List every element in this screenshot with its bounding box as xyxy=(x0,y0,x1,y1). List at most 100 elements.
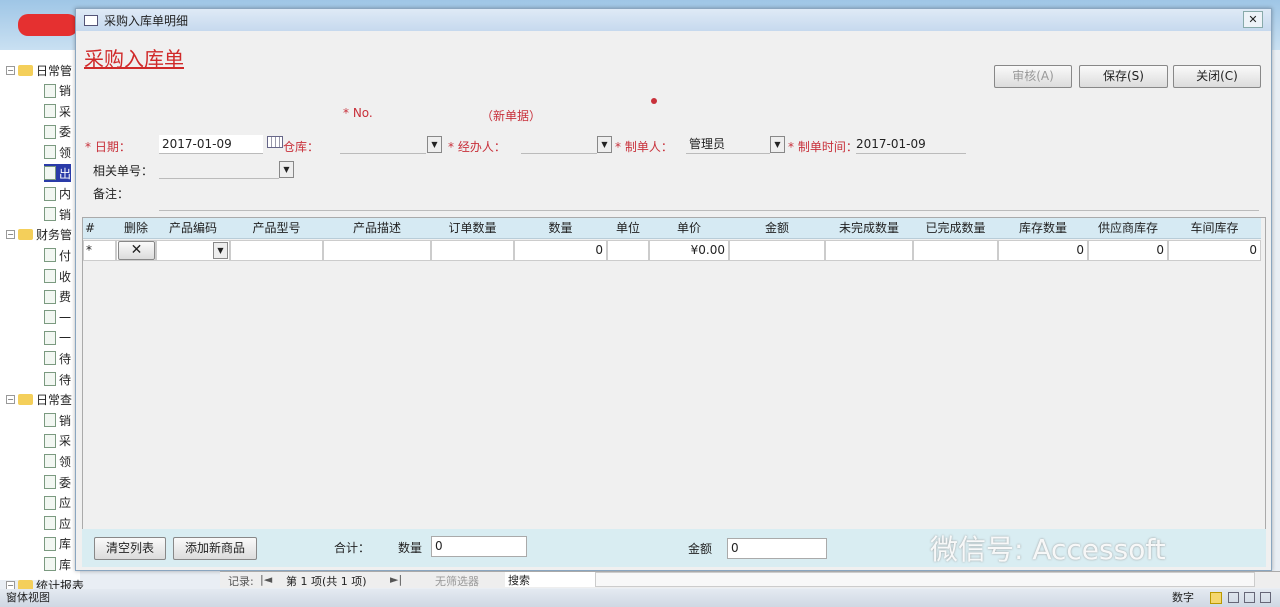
grid-cell[interactable]: 0 xyxy=(514,240,607,261)
form-view-icon[interactable] xyxy=(1210,592,1222,604)
tree-item[interactable]: 内 xyxy=(44,185,71,203)
remark-field[interactable] xyxy=(159,192,1259,211)
grid-cell[interactable] xyxy=(729,240,825,261)
chevron-down-icon[interactable]: ▼ xyxy=(213,242,228,259)
tree-item[interactable]: 采 xyxy=(44,432,71,450)
column-header[interactable]: 未完成数量 xyxy=(825,218,913,239)
column-header[interactable]: 订单数量 xyxy=(431,218,514,239)
tree-item[interactable]: 出 xyxy=(44,164,72,182)
save-button[interactable]: 保存(S) xyxy=(1079,65,1168,88)
tree-item[interactable]: 销 xyxy=(44,82,71,100)
tree-item[interactable]: 领 xyxy=(44,143,71,161)
tree-group[interactable]: − 日常查 xyxy=(6,391,72,409)
tree-item[interactable]: 收 xyxy=(44,267,71,285)
grid-cell[interactable]: 0 xyxy=(998,240,1088,261)
tree-item[interactable]: 领 xyxy=(44,452,71,470)
column-header[interactable]: 产品描述 xyxy=(323,218,431,239)
collapse-icon[interactable]: − xyxy=(6,230,15,240)
column-header[interactable]: 金额 xyxy=(729,218,825,239)
first-record-button[interactable]: |◄ xyxy=(260,573,272,586)
document-icon xyxy=(44,516,56,531)
grid-cell[interactable]: ✕ xyxy=(116,240,156,261)
add-product-button[interactable]: 添加新商品 xyxy=(173,537,257,560)
related-select[interactable] xyxy=(159,160,279,179)
tree-item-label: 领 xyxy=(59,145,72,160)
chevron-down-icon[interactable]: ▼ xyxy=(427,136,442,153)
column-header[interactable]: 产品编码 xyxy=(156,218,230,239)
column-header[interactable]: 库存数量 xyxy=(998,218,1088,239)
tree-item[interactable]: 库 xyxy=(44,535,71,553)
tree-item[interactable]: 销 xyxy=(44,205,71,223)
grid-cell[interactable]: ▼ xyxy=(156,240,230,261)
column-header[interactable]: 数量 xyxy=(514,218,607,239)
status-bar: 窗体视图 数字 xyxy=(0,589,1280,607)
search-input[interactable]: 搜索 xyxy=(505,572,595,587)
document-icon xyxy=(44,248,56,263)
tree-item[interactable]: 一 xyxy=(44,308,71,326)
grid-cell[interactable] xyxy=(230,240,323,261)
grid-cell[interactable] xyxy=(607,240,649,261)
handler-select[interactable] xyxy=(521,135,597,154)
tree-item[interactable]: 一 xyxy=(44,329,71,347)
document-icon xyxy=(44,269,56,283)
column-header[interactable]: 删除 xyxy=(116,218,156,239)
tree-group[interactable]: − 日常管 xyxy=(6,61,72,79)
collapse-icon[interactable]: − xyxy=(6,395,15,405)
maker-select[interactable]: 管理员 xyxy=(686,135,770,154)
layout-view-icon[interactable] xyxy=(1244,592,1255,603)
tree-item[interactable]: 付 xyxy=(44,246,71,264)
column-header[interactable]: 车间库存 xyxy=(1168,218,1261,239)
collapse-icon[interactable]: − xyxy=(6,65,15,75)
amount-total-field[interactable]: 0 xyxy=(727,538,827,559)
close-button[interactable]: 关闭(C) xyxy=(1173,65,1261,88)
date-field[interactable]: 2017-01-09 xyxy=(159,135,263,154)
tree-item[interactable]: 费 xyxy=(44,288,71,306)
last-record-button[interactable]: ►| xyxy=(390,573,402,586)
tree-item[interactable]: 采 xyxy=(44,102,71,120)
tree-item[interactable]: 委 xyxy=(44,123,71,141)
grid-cell[interactable] xyxy=(431,240,514,261)
clear-list-button[interactable]: 清空列表 xyxy=(94,537,166,560)
document-icon xyxy=(44,207,56,222)
column-header[interactable]: 单价 xyxy=(649,218,729,239)
grid-cell[interactable] xyxy=(913,240,998,261)
chevron-down-icon[interactable]: ▼ xyxy=(279,161,294,178)
redacted-area xyxy=(18,14,78,36)
grid-cell[interactable]: 0 xyxy=(1168,240,1261,261)
horizontal-scrollbar[interactable] xyxy=(595,572,1255,587)
tree-item[interactable]: 库 xyxy=(44,555,71,573)
make-time-field[interactable]: 2017-01-09 xyxy=(856,135,966,154)
form-title: 采购入库单 xyxy=(84,47,184,71)
tree-item[interactable]: 应 xyxy=(44,514,71,532)
warehouse-select[interactable] xyxy=(340,135,426,154)
tree-item[interactable]: 应 xyxy=(44,494,71,512)
navigation-tree[interactable]: − 日常管销采委领出内销 − 财务管付收费一一待待 − 日常查销采领委应应库库 − 统计报表 xyxy=(0,50,84,593)
tree-item[interactable]: 委 xyxy=(44,473,71,491)
column-header[interactable]: 已完成数量 xyxy=(913,218,998,239)
design-view-icon[interactable] xyxy=(1260,592,1271,603)
grid-cell[interactable] xyxy=(825,240,913,261)
chevron-down-icon[interactable]: ▼ xyxy=(597,136,612,153)
datasheet-view-icon[interactable] xyxy=(1228,592,1239,603)
grid-cell[interactable] xyxy=(323,240,431,261)
column-header[interactable]: 产品型号 xyxy=(230,218,323,239)
chevron-down-icon[interactable]: ▼ xyxy=(770,136,785,153)
filter-indicator[interactable]: 无筛选器 xyxy=(435,573,479,589)
new-doc-label: （新单据） xyxy=(481,109,542,123)
tree-item[interactable]: 待 xyxy=(44,370,71,388)
record-position[interactable]: 第 1 项(共 1 项) xyxy=(286,573,367,589)
tree-group[interactable]: − 财务管 xyxy=(6,226,72,244)
column-header[interactable]: 供应商库存 xyxy=(1088,218,1168,239)
tree-item[interactable]: 销 xyxy=(44,411,71,429)
tree-item-label: 委 xyxy=(59,475,72,490)
audit-button[interactable]: 审核(A) xyxy=(994,65,1072,88)
grid-cell[interactable]: 0 xyxy=(1088,240,1168,261)
tree-item[interactable]: 待 xyxy=(44,349,71,367)
column-header[interactable]: # xyxy=(83,218,116,239)
delete-row-button[interactable]: ✕ xyxy=(118,241,155,260)
calendar-icon[interactable] xyxy=(267,136,283,148)
column-header[interactable]: 单位 xyxy=(607,218,649,239)
qty-total-field[interactable]: 0 xyxy=(431,536,527,557)
grid-cell[interactable]: ¥0.00 xyxy=(649,240,729,261)
close-icon[interactable]: ✕ xyxy=(1243,11,1263,28)
